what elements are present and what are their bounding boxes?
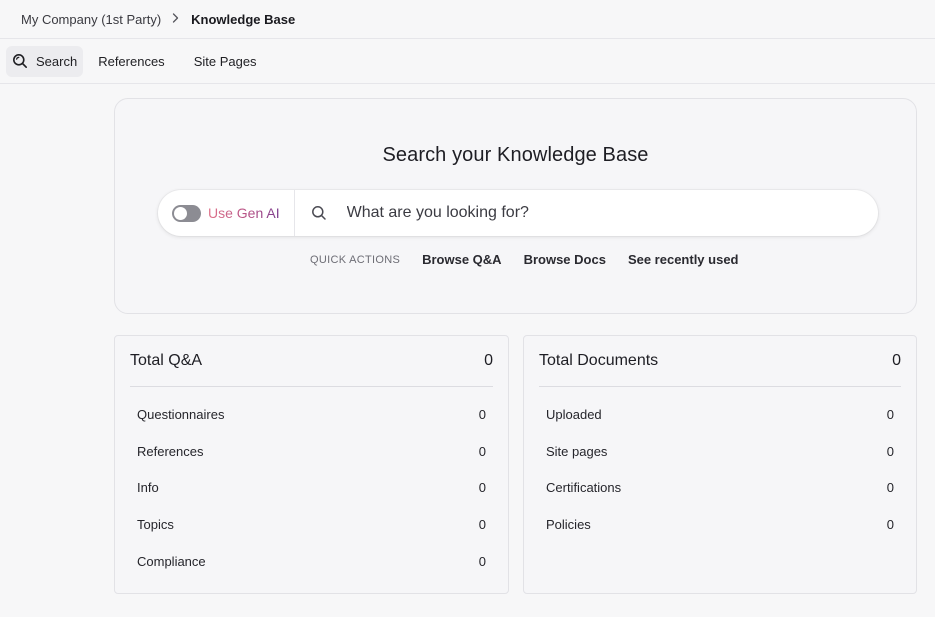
tab-search[interactable]: Search (6, 45, 84, 77)
total-qa-card: Total Q&A 0 Questionnaires 0 References … (114, 335, 509, 594)
stat-row-uploaded[interactable]: Uploaded 0 (546, 396, 894, 433)
stat-label: Certifications (546, 480, 622, 496)
gen-ai-toggle[interactable] (172, 204, 201, 222)
search-icon (12, 53, 28, 69)
stat-row-questionnaires[interactable]: Questionnaires 0 (137, 396, 486, 433)
stat-value: 0 (886, 517, 894, 533)
stat-row-info[interactable]: Info 0 (137, 470, 486, 507)
stat-label: Site pages (546, 443, 608, 459)
stat-value: 0 (886, 443, 894, 459)
quick-actions: QUICK ACTIONS Browse Q&A Browse Docs See… (310, 252, 761, 267)
stat-row-policies[interactable]: Policies 0 (546, 506, 894, 543)
browse-qa-link[interactable]: Browse Q&A (422, 252, 501, 267)
search-input[interactable] (346, 204, 827, 222)
stat-value: 0 (478, 480, 486, 496)
browse-docs-link[interactable]: Browse Docs (524, 252, 606, 267)
total-documents-card: Total Documents 0 Uploaded 0 Site pages … (523, 335, 917, 594)
search-panel: Search your Knowledge Base Use Gen AI QU… (114, 98, 917, 314)
stat-value: 0 (478, 517, 486, 533)
quick-actions-label: QUICK ACTIONS (310, 253, 401, 266)
search-bar: Use Gen AI (158, 190, 878, 236)
search-icon (311, 205, 327, 221)
gen-ai-label[interactable]: Use Gen AI (208, 205, 280, 221)
card-total: 0 (892, 352, 901, 369)
stat-value: 0 (478, 554, 486, 570)
breadcrumb-current: Knowledge Base (191, 11, 296, 27)
card-total: 0 (484, 352, 493, 369)
tab-label: Site Pages (193, 53, 257, 69)
stat-value: 0 (886, 406, 894, 422)
tab-references[interactable]: References (84, 46, 178, 77)
tab-bar: Search References Site Pages (0, 39, 935, 84)
search-panel-title: Search your Knowledge Base (382, 144, 649, 166)
stat-row-site-pages[interactable]: Site pages 0 (546, 433, 894, 470)
chevron-right-icon (172, 12, 179, 26)
stat-value: 0 (886, 480, 894, 496)
stat-row-topics[interactable]: Topics 0 (137, 506, 486, 543)
stat-label: Questionnaires (137, 406, 225, 422)
card-header: Total Q&A 0 (130, 336, 493, 387)
stat-value: 0 (478, 443, 486, 459)
gen-ai-toggle-group[interactable]: Use Gen AI (158, 190, 295, 236)
stat-label: Info (137, 480, 159, 496)
card-title: Total Documents (539, 352, 659, 369)
tab-label: References (98, 53, 165, 69)
stat-value: 0 (478, 406, 486, 422)
tab-label: Search (36, 53, 78, 69)
stat-label: Topics (137, 517, 174, 533)
card-rows: Uploaded 0 Site pages 0 Certifications 0… (546, 396, 894, 543)
stat-label: Uploaded (546, 406, 602, 422)
stat-label: References (137, 443, 204, 459)
card-header: Total Documents 0 (539, 336, 901, 387)
toggle-knob (174, 206, 187, 220)
breadcrumb-parent-link[interactable]: My Company (1st Party) (21, 12, 161, 27)
stat-label: Compliance (137, 554, 206, 570)
breadcrumb: My Company (1st Party) Knowledge Base (0, 0, 935, 39)
stat-row-references[interactable]: References 0 (137, 433, 486, 470)
tab-site-pages[interactable]: Site Pages (180, 46, 271, 77)
card-rows: Questionnaires 0 References 0 Info 0 Top… (137, 396, 486, 580)
stat-row-compliance[interactable]: Compliance 0 (137, 543, 486, 580)
stat-row-certifications[interactable]: Certifications 0 (546, 470, 894, 507)
stat-label: Policies (546, 517, 591, 533)
card-title: Total Q&A (130, 352, 203, 369)
recently-used-link[interactable]: See recently used (628, 252, 739, 267)
